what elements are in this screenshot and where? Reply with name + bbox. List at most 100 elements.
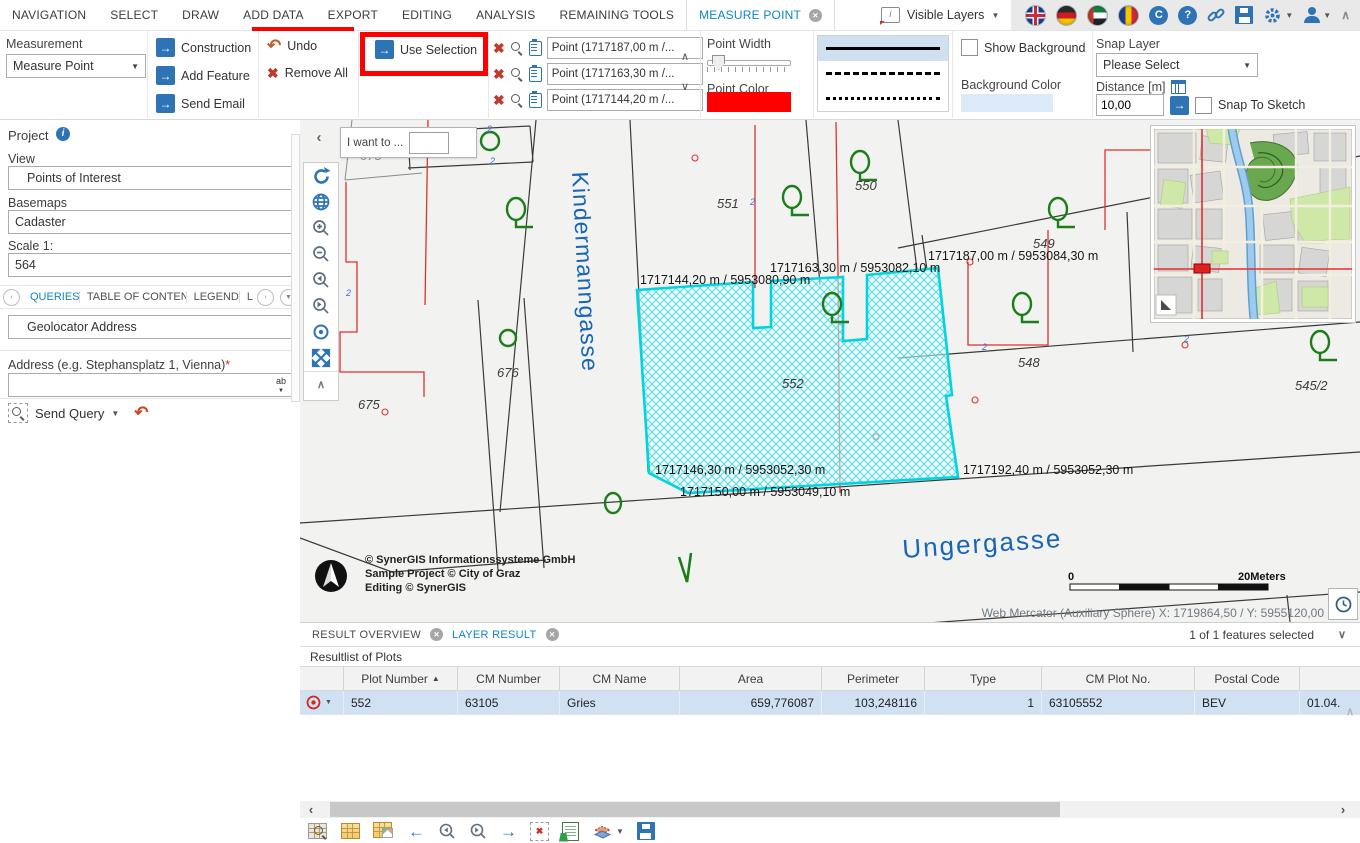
map-area[interactable]: 22 22 22 551 550 549 548 545/2 552 676 6…	[300, 120, 1360, 622]
show-background-checkbox[interactable]	[961, 39, 978, 56]
user-menu[interactable]: ▼	[1303, 7, 1331, 23]
copy-table-button[interactable]	[373, 822, 395, 840]
header-area[interactable]: Area	[680, 667, 822, 690]
delete-point-icon[interactable]: ✖	[493, 93, 505, 107]
close-icon[interactable]: ✕	[546, 628, 559, 641]
next-extent-icon[interactable]	[304, 293, 338, 319]
menu-analysis[interactable]: ANALYSIS	[464, 0, 547, 30]
header-postal-code[interactable]: Postal Code	[1195, 667, 1300, 690]
tab-layer-result[interactable]: LAYER RESULT	[452, 629, 537, 641]
refresh-rotate-icon[interactable]	[304, 163, 338, 189]
header-plot-number[interactable]: Plot Number ▲	[344, 667, 458, 690]
point-entry[interactable]: Point (1717187,00 m /...	[547, 37, 703, 59]
menu-add-data[interactable]: ADD DATA	[231, 0, 316, 30]
i-want-to-input[interactable]	[409, 132, 449, 154]
point-color-swatch[interactable]	[707, 92, 791, 112]
language-english-icon[interactable]	[1025, 5, 1046, 26]
header-cm-number[interactable]: CM Number	[458, 667, 560, 690]
zoom-to-point-icon[interactable]	[510, 41, 524, 55]
menu-remaining-tools[interactable]: REMAINING TOOLS	[547, 0, 686, 30]
language-arabic-icon[interactable]	[1087, 5, 1108, 26]
snap-layer-select[interactable]: Please Select ▼	[1096, 53, 1258, 77]
construction-button[interactable]: → Construction	[156, 38, 251, 57]
sidebar-scrollbar[interactable]	[291, 134, 300, 402]
visible-layers-control[interactable]: i Visible Layers ▼	[869, 0, 1012, 30]
send-query-caret-icon[interactable]: ▼	[111, 409, 119, 418]
collapse-ribbon-icon[interactable]: ∧	[1341, 8, 1350, 22]
menu-navigation[interactable]: NAVIGATION	[0, 0, 98, 30]
previous-extent-icon[interactable]	[304, 267, 338, 293]
header-type[interactable]: Type	[925, 667, 1042, 690]
zoom-to-point-icon[interactable]	[510, 67, 524, 81]
delete-point-icon[interactable]: ✖	[493, 41, 505, 55]
point-entry[interactable]: Point (1717144,20 m /...	[547, 89, 703, 111]
previous-record-button[interactable]	[438, 822, 456, 840]
first-record-icon[interactable]: ←	[408, 823, 425, 840]
overview-map[interactable]	[1150, 125, 1356, 323]
clear-selection-button[interactable]: ✖	[530, 822, 549, 841]
scroll-right-icon[interactable]: ›	[1332, 802, 1354, 817]
i-want-to-widget[interactable]: I want to ...	[340, 127, 477, 158]
save-result-button[interactable]	[637, 822, 655, 840]
collapse-map-toolbar-icon[interactable]: ‹	[306, 126, 332, 148]
horizontal-scrollbar[interactable]: ‹ ›	[300, 801, 1360, 818]
menu-editing[interactable]: EDITING	[390, 0, 464, 30]
zoom-in-icon[interactable]	[304, 215, 338, 241]
background-color-swatch[interactable]	[961, 94, 1053, 112]
history-clock-button[interactable]	[1328, 588, 1358, 620]
line-style-dashed[interactable]	[818, 61, 948, 86]
row-actions[interactable]: ▼	[300, 691, 344, 714]
apply-distance-button[interactable]: →	[1170, 96, 1189, 115]
address-input[interactable]	[9, 374, 272, 396]
globe-icon[interactable]	[304, 189, 338, 215]
next-record-button[interactable]	[469, 822, 487, 840]
header-cm-name[interactable]: CM Name	[560, 667, 680, 690]
point-width-slider[interactable]	[707, 60, 791, 72]
tab-result-overview[interactable]: RESULT OVERVIEW	[312, 629, 421, 641]
tab-table-of-content[interactable]: TABLE OF CONTENT	[80, 291, 187, 303]
menu-measure-point[interactable]: MEASURE POINT ✕	[686, 0, 835, 30]
add-feature-button[interactable]: → Add Feature	[156, 66, 250, 85]
send-query-button[interactable]: Send Query	[35, 406, 104, 421]
help-icon[interactable]: ?	[1178, 6, 1197, 25]
tabs-scroll-right-icon[interactable]: ›	[257, 289, 274, 306]
link-icon[interactable]	[1207, 6, 1225, 24]
scroll-down-icon[interactable]: ∨	[681, 82, 689, 93]
copy-point-icon[interactable]	[529, 93, 542, 108]
menu-draw[interactable]: DRAW	[170, 0, 231, 30]
view-select[interactable]: Points of Interest ▼	[8, 166, 306, 190]
table-row[interactable]: ▼ 552 63105 Gries 659,776087 103,248116 …	[300, 691, 1360, 715]
row-menu-caret-icon[interactable]: ▼	[325, 699, 332, 706]
reset-query-icon[interactable]: ↶	[134, 405, 148, 421]
zoom-to-result-button[interactable]	[308, 822, 328, 840]
overview-collapse-icon[interactable]	[1156, 295, 1176, 315]
distance-input[interactable]	[1096, 94, 1164, 116]
zoom-to-point-icon[interactable]	[510, 93, 524, 107]
undo-button[interactable]: ↶ Undo	[267, 38, 317, 54]
last-record-icon[interactable]: →	[500, 823, 517, 840]
point-entry[interactable]: Point (1717163,30 m /...	[547, 63, 703, 85]
snap-to-sketch-checkbox[interactable]	[1195, 97, 1212, 114]
tab-truncated[interactable]: L	[240, 291, 254, 303]
export-excel-button[interactable]	[562, 822, 579, 841]
menu-select[interactable]: SELECT	[98, 0, 170, 30]
project-info-icon[interactable]: i	[56, 127, 70, 141]
use-selection-button[interactable]: → Use Selection	[375, 40, 477, 59]
header-perimeter[interactable]: Perimeter	[822, 667, 925, 690]
close-icon[interactable]: ✕	[809, 9, 822, 22]
distance-grid-icon[interactable]	[1171, 80, 1186, 94]
basemaps-select[interactable]: Cadaster ▼	[8, 210, 306, 234]
delete-point-icon[interactable]: ✖	[493, 67, 505, 81]
language-german-icon[interactable]	[1056, 5, 1077, 26]
tab-legend[interactable]: LEGEND	[187, 291, 240, 303]
show-table-button[interactable]	[341, 823, 360, 839]
settings-menu[interactable]: ▼	[1263, 6, 1293, 25]
menu-export[interactable]: EXPORT	[316, 0, 390, 30]
remove-all-button[interactable]: ✖ Remove All	[267, 66, 348, 80]
save-icon[interactable]	[1235, 6, 1253, 24]
tab-queries[interactable]: QUERIES	[23, 291, 80, 303]
line-style-dotted[interactable]	[818, 86, 948, 111]
full-extent-icon[interactable]	[304, 345, 338, 371]
language-romanian-icon[interactable]	[1118, 5, 1139, 26]
scroll-up-icon[interactable]: ∧	[681, 52, 689, 63]
